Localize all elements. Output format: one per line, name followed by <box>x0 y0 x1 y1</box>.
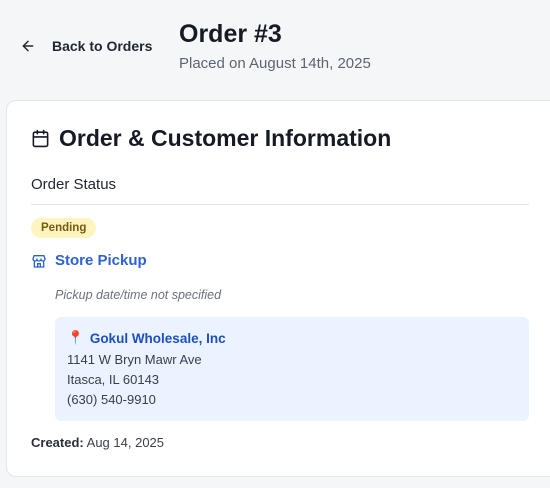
order-status-label: Order Status <box>31 176 117 193</box>
created-value: Aug 14, 2025 <box>86 435 165 450</box>
store-address-line2: Itasca, IL 60143 <box>67 372 160 387</box>
store-name-row: 📍 Gokul Wholesale, Inc <box>67 330 517 346</box>
page-header: Back to Orders Order #3 Placed on August… <box>0 0 550 100</box>
card-title: Order & Customer Information <box>59 125 392 151</box>
page-title: Order #3 <box>179 20 282 48</box>
store-phone: (630) 540-9910 <box>67 392 156 407</box>
store-address-line1: 1141 W Bryn Mawr Ave <box>67 352 202 367</box>
store-icon <box>32 254 46 268</box>
order-info-card: Order & Customer Information Order Statu… <box>6 100 550 477</box>
calendar-icon <box>32 129 49 148</box>
store-name: Gokul Wholesale, Inc <box>89 330 226 346</box>
store-details: 📍 Gokul Wholesale, Inc 1141 W Bryn Mawr … <box>55 317 529 421</box>
fulfillment-method-label: Store Pickup <box>55 252 147 269</box>
back-button-label: Back to Orders <box>52 38 153 54</box>
card-heading: Order & Customer Information <box>31 125 391 152</box>
fulfillment-method: Store Pickup <box>31 252 147 269</box>
pickup-note: Pickup date/time not specified <box>55 288 222 302</box>
status-badge: Pending <box>31 218 97 238</box>
page-subtitle: Placed on August 14th, 2025 <box>179 55 371 72</box>
divider <box>31 204 529 205</box>
back-to-orders-button[interactable]: Back to Orders <box>20 38 152 54</box>
created-label: Created: <box>31 435 84 450</box>
created-date: Created: Aug 14, 2025 <box>31 435 164 450</box>
map-pin-icon: 📍 <box>67 330 84 345</box>
arrow-left-icon <box>22 40 34 52</box>
